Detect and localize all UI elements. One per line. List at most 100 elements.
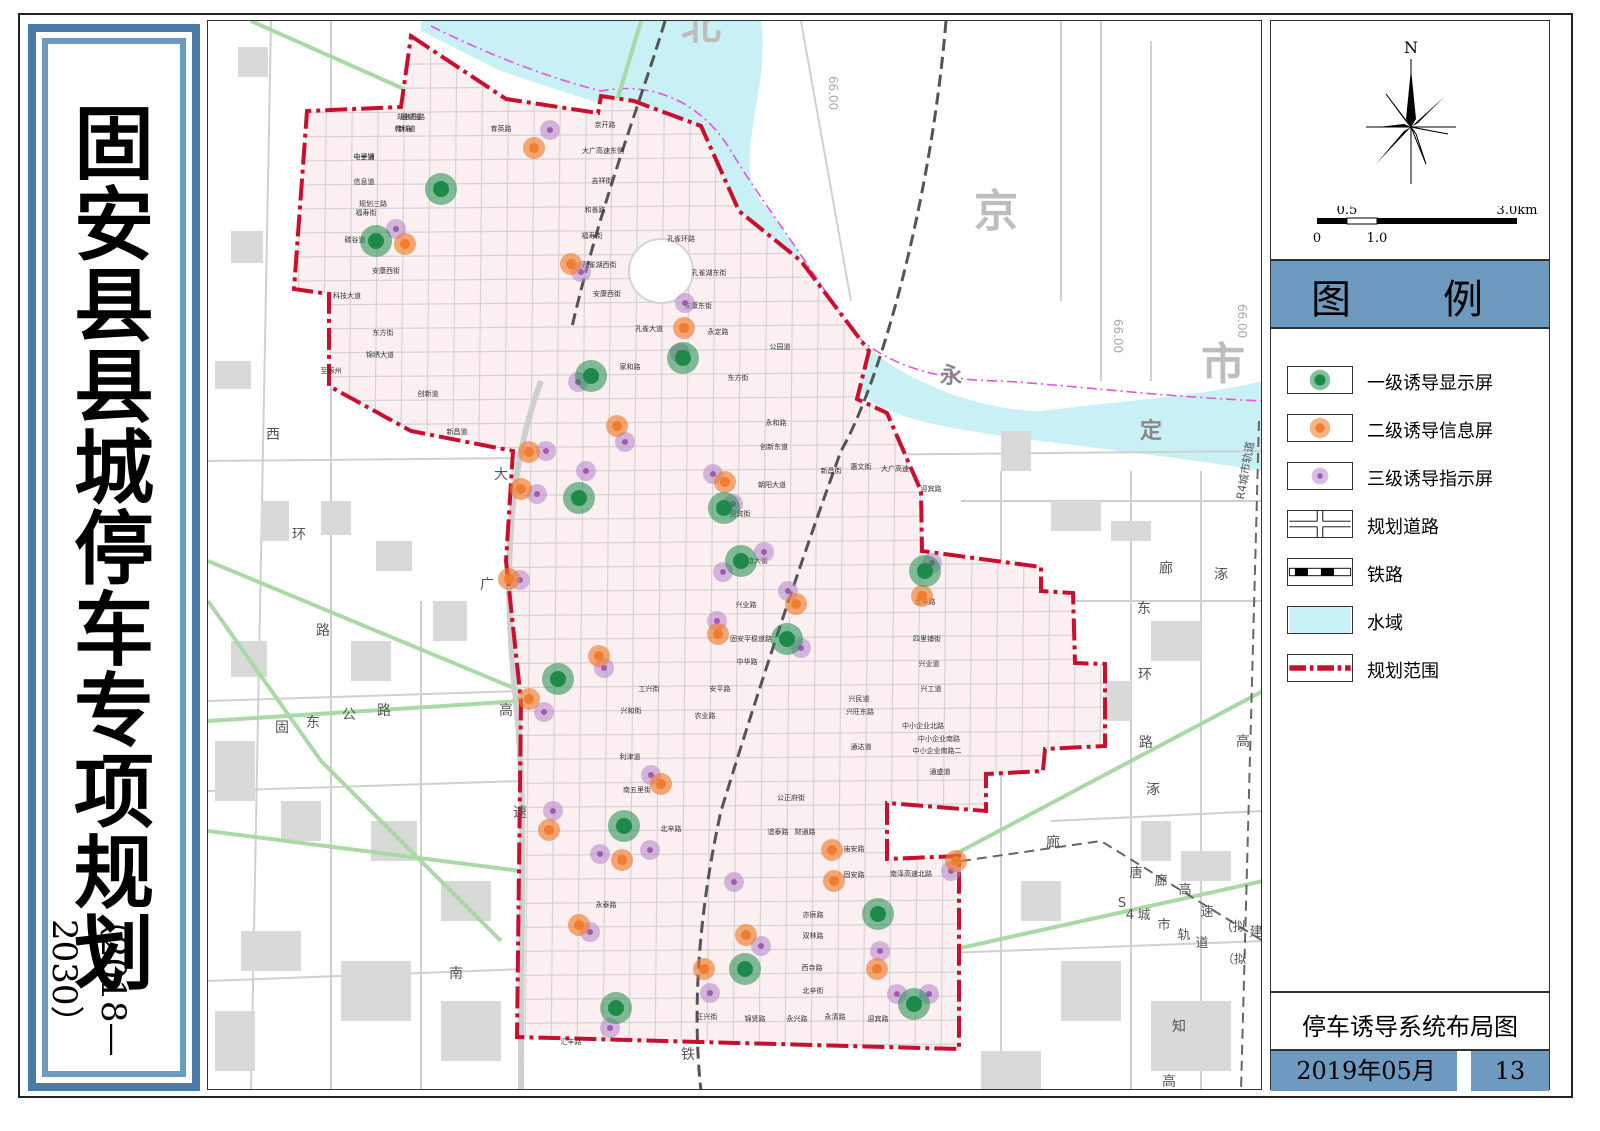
level2-info-screen-1[interactable] xyxy=(394,233,416,255)
scale-label-3-0km: 3.0km xyxy=(1497,206,1538,218)
level2-info-screen-15[interactable] xyxy=(538,819,560,841)
road-label-51: 庙安路 xyxy=(844,844,865,853)
level2-info-screen-20[interactable] xyxy=(735,924,757,946)
level2-info-screen-9[interactable] xyxy=(498,568,520,590)
footer-page-number: 13 xyxy=(1494,1057,1526,1085)
level2-info-screen-18[interactable] xyxy=(823,870,845,892)
level2-info-screen-7[interactable] xyxy=(714,471,736,493)
level2-info-screen-16[interactable] xyxy=(611,849,633,871)
label-tanglang-0: 唐 xyxy=(1129,865,1142,881)
road-label-42: 中华路 xyxy=(737,657,758,666)
level3-indicator-24[interactable] xyxy=(590,844,610,864)
label-east-ring-1: 涿 xyxy=(1214,567,1228,583)
label-east-ring-9: 高 xyxy=(1162,1073,1176,1090)
level1-display-screen-9[interactable] xyxy=(542,663,574,695)
level2-info-screen-22[interactable] xyxy=(866,958,888,980)
label-west-ring-3: 路 xyxy=(316,623,330,639)
level1-display-screen-1[interactable] xyxy=(360,225,392,257)
road-label-44: 兴和街 xyxy=(621,706,642,715)
level2-info-screen-3[interactable] xyxy=(673,317,695,339)
level2-info-screen-21[interactable] xyxy=(693,958,715,980)
level1-display-screen-14[interactable] xyxy=(898,988,930,1020)
level2-info-screen-13[interactable] xyxy=(518,688,540,710)
level1-display-screen-0[interactable] xyxy=(425,173,457,205)
road-label-73: 迎宾路 xyxy=(868,1014,889,1023)
level1-display-screen-12[interactable] xyxy=(729,953,761,985)
level2-info-screen-6[interactable] xyxy=(510,478,532,500)
level1-display-screen-7[interactable] xyxy=(909,555,941,587)
label-south: 南 xyxy=(449,966,463,982)
level2-info-screen-12[interactable] xyxy=(588,645,610,667)
road-label-29: 东方街 xyxy=(728,373,749,382)
level3-indicator-29[interactable] xyxy=(700,983,720,1003)
label-east-ring-6: 涿 xyxy=(1146,782,1160,798)
road-label-68: 通达道 xyxy=(851,742,872,751)
legend-label-level2: 二级诱导信息屏 xyxy=(1367,421,1493,442)
road-label-30: 永和路 xyxy=(766,418,787,427)
level3-indicator-3[interactable] xyxy=(675,293,695,313)
level1-display-screen-3[interactable] xyxy=(667,342,699,374)
road-label-52: 固安路 xyxy=(844,870,865,879)
level3-indicator-8[interactable] xyxy=(576,461,596,481)
level3-indicator-0[interactable] xyxy=(540,120,560,140)
scale-label-1-0: 1.0 xyxy=(1367,231,1388,246)
level1-display-screen-10[interactable] xyxy=(608,810,640,842)
label-gd-1: 固 xyxy=(275,720,289,736)
label-east-ring-7: 廊 xyxy=(1046,834,1060,851)
legend-list: 一级诱导显示屏 二级诱导信息屏 三级诱导指示屏 规划道路 铁路 水域 规划范围 xyxy=(1287,366,1547,702)
level1-display-screen-13[interactable] xyxy=(600,992,632,1024)
footer-date: 2019年05月 xyxy=(1296,1057,1436,1085)
level3-indicator-22[interactable] xyxy=(543,801,563,821)
road-label-66: 中小企业南路二 xyxy=(913,746,962,755)
level2-info-screen-4[interactable] xyxy=(606,415,628,437)
level2-info-screen-8[interactable] xyxy=(911,585,933,607)
road-label-38: 大广高速 xyxy=(881,464,909,473)
level1-display-screen-2[interactable] xyxy=(575,360,607,392)
level2-info-screen-11[interactable] xyxy=(707,623,729,645)
level2-info-screen-19[interactable] xyxy=(568,914,590,936)
road-label-39: 迎宾路 xyxy=(921,484,942,493)
label-s4-1: 4 xyxy=(1126,908,1134,923)
road-label-40: 固安平稳道路 xyxy=(730,634,772,643)
level1-display-screen-5[interactable] xyxy=(708,492,740,524)
level1-display-screen-8[interactable] xyxy=(771,623,803,655)
level2-info-screen-17[interactable] xyxy=(821,839,843,861)
label-east-ring-3: 环 xyxy=(1138,667,1152,683)
level2-info-screen-2[interactable] xyxy=(560,253,582,275)
level2-info-screen-0[interactable] xyxy=(523,137,545,159)
legend-heading-text: 图 例 xyxy=(1311,277,1509,323)
label-dg-4: 速 xyxy=(513,805,527,821)
label-yong: 永 xyxy=(940,363,962,389)
level3-indicator-28[interactable] xyxy=(870,941,890,961)
label-gd-2: 东 xyxy=(306,715,320,731)
road-label-59: 四里铺街 xyxy=(913,634,941,643)
road-label-21: 孔雀环路 xyxy=(667,234,695,243)
label-s4-2: 城 xyxy=(1137,908,1150,923)
label-elev-3: 66.00 xyxy=(1235,304,1249,338)
label-gd-3: 公 xyxy=(342,707,356,723)
road-label-3: 信息道 xyxy=(354,177,375,186)
road-label-70: 锦贤路 xyxy=(745,1014,766,1023)
level2-info-screen-23[interactable] xyxy=(945,850,967,872)
road-label-22: 育英路 xyxy=(491,124,512,133)
road-label-64: 中小企业北路 xyxy=(902,721,944,730)
scale-bar: 0 0.5 1.0 3.0km xyxy=(1313,206,1538,246)
road-label-78: 新庙 xyxy=(398,124,412,133)
label-s4-3: 市 xyxy=(1157,917,1170,933)
road-label-43: 工兴街 xyxy=(639,684,660,693)
level3-indicator-25[interactable] xyxy=(724,872,744,892)
road-label-50: 财通路 xyxy=(795,827,816,836)
level1-display-screen-11[interactable] xyxy=(862,898,894,930)
level2-info-screen-5[interactable] xyxy=(518,441,540,463)
map-canvas[interactable]: 北京市永定西环路大广高速固东公路南铁廊涿东环路高涿廊知高 R4城市轨道 S 4 城市轨道… xyxy=(207,20,1262,1090)
level2-info-screen-10[interactable] xyxy=(785,593,807,615)
level2-info-screen-14[interactable] xyxy=(650,773,672,795)
level1-display-screen-6[interactable] xyxy=(725,545,757,577)
legend-label-water: 水域 xyxy=(1367,613,1403,634)
label-east-ring-0: 廊 xyxy=(1159,560,1173,577)
road-label-71: 永兴路 xyxy=(787,1014,808,1023)
level3-indicator-23[interactable] xyxy=(640,840,660,860)
level1-display-screen-4[interactable] xyxy=(563,482,595,514)
level3-indicator-12[interactable] xyxy=(754,542,774,562)
label-s4-4: 轨 xyxy=(1177,928,1190,943)
